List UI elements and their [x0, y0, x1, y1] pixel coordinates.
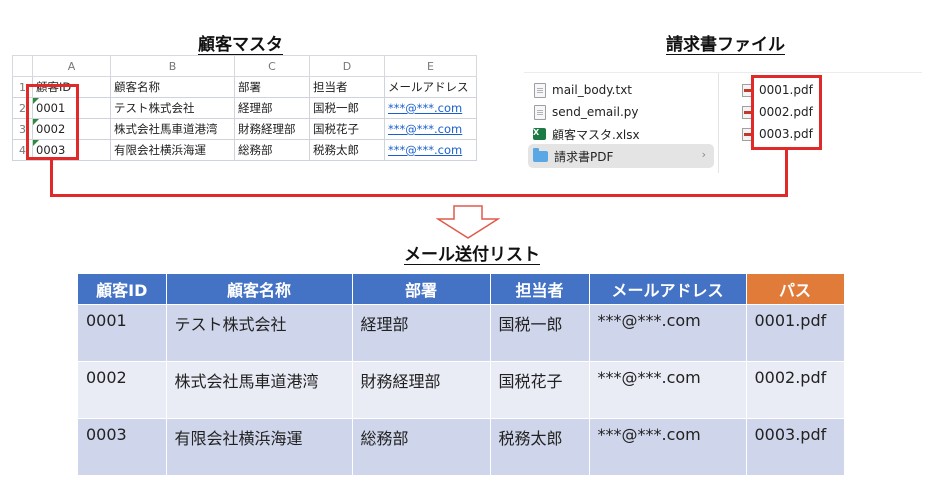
- column-letter[interactable]: B: [110, 55, 235, 77]
- table-row: 0002 株式会社馬車道港湾 財務経理部 国税花子 ***@***.com 00…: [78, 361, 845, 419]
- connector-left: [50, 160, 53, 197]
- email-link[interactable]: ***@***.com: [388, 143, 462, 157]
- column-header: 顧客名称: [166, 274, 353, 305]
- column-letter[interactable]: D: [309, 55, 385, 77]
- email-link[interactable]: ***@***.com: [388, 122, 462, 136]
- table-cell: 0001: [78, 304, 167, 362]
- column-letter[interactable]: A: [32, 55, 111, 77]
- file-name: send_email.py: [552, 105, 639, 119]
- column-header-path: パス: [746, 274, 845, 305]
- column-header: 部署: [352, 274, 491, 305]
- folder-name: 請求書PDF: [554, 149, 614, 164]
- file-name: mail_body.txt: [552, 83, 633, 97]
- column-divider: [718, 73, 719, 173]
- table-cell: 税務太郎: [490, 418, 590, 475]
- sheet-cell[interactable]: 顧客名称: [110, 76, 235, 98]
- invoice-files-title: 請求書ファイル: [666, 35, 785, 55]
- sheet-cell[interactable]: 経理部: [234, 97, 310, 119]
- finder-item-send-email[interactable]: send_email.py: [534, 102, 638, 122]
- sheet-row: 4 0003 有限会社横浜海運 総務部 税務太郎 ***@***.com: [12, 139, 477, 161]
- table-row: 0001 テスト株式会社 経理部 国税一郎 ***@***.com 0001.p…: [78, 304, 845, 362]
- table-cell: 0003: [78, 418, 167, 475]
- table-cell: 国税花子: [490, 361, 590, 419]
- table-cell: 0002: [78, 361, 167, 419]
- sheet-cell[interactable]: 株式会社馬車道港湾: [110, 118, 235, 140]
- mail-header-row: 顧客ID 顧客名称 部署 担当者 メールアドレス パス: [78, 274, 845, 305]
- sheet-cell[interactable]: 国税一郎: [309, 97, 385, 119]
- sheet-cell[interactable]: 担当者: [309, 76, 385, 98]
- table-cell: 経理部: [352, 304, 491, 362]
- column-letter[interactable]: C: [234, 55, 310, 77]
- file-name: 顧客マスタ.xlsx: [552, 127, 640, 142]
- table-cell: テスト株式会社: [166, 304, 353, 362]
- table-cell: 国税一郎: [490, 304, 590, 362]
- down-arrow-icon: [436, 205, 500, 239]
- table-cell: 総務部: [352, 418, 491, 475]
- table-cell: 0003.pdf: [746, 418, 845, 475]
- column-header: メールアドレス: [589, 274, 747, 305]
- sheet-cell-email[interactable]: ***@***.com: [384, 118, 477, 140]
- script-file-icon: [534, 104, 546, 120]
- sheet-row: 3 0002 株式会社馬車道港湾 財務経理部 国税花子 ***@***.com: [12, 118, 477, 140]
- chevron-right-icon: ›: [701, 148, 706, 161]
- sheet-cell[interactable]: 税務太郎: [309, 139, 385, 161]
- table-cell: 0001.pdf: [746, 304, 845, 362]
- finder-window: › mail_body.txt send_email.py X 顧客マスタ.xl…: [524, 72, 922, 175]
- sheet-cell[interactable]: 有限会社横浜海運: [110, 139, 235, 161]
- column-letter-row: A B C D E: [12, 55, 477, 77]
- table-cell: ***@***.com: [589, 304, 747, 362]
- table-row: 0003 有限会社横浜海運 総務部 税務太郎 ***@***.com 0003.…: [78, 418, 845, 475]
- customer-id-highlight: [26, 84, 79, 160]
- customer-master-sheet: A B C D E 1 顧客ID 顧客名称 部署 担当者 メールアドレス 2 0…: [12, 55, 477, 161]
- finder-item-invoice-folder[interactable]: 請求書PDF: [533, 146, 613, 166]
- column-header: 担当者: [490, 274, 590, 305]
- mail-list-table: 顧客ID 顧客名称 部署 担当者 メールアドレス パス 0001 テスト株式会社…: [78, 274, 845, 475]
- sheet-cell-email[interactable]: ***@***.com: [384, 97, 477, 119]
- sheet-cell[interactable]: 国税花子: [309, 118, 385, 140]
- email-link[interactable]: ***@***.com: [388, 101, 462, 115]
- text-file-icon: [534, 82, 546, 98]
- sheet-header-row: 1 顧客ID 顧客名称 部署 担当者 メールアドレス: [12, 76, 477, 98]
- sheet-cell-email[interactable]: ***@***.com: [384, 139, 477, 161]
- connector-bottom: [50, 194, 788, 197]
- sheet-cell[interactable]: テスト株式会社: [110, 97, 235, 119]
- connector-right: [785, 150, 788, 197]
- sheet-cell[interactable]: メールアドレス: [384, 76, 477, 98]
- folder-icon: [533, 147, 548, 162]
- table-cell: 株式会社馬車道港湾: [166, 361, 353, 419]
- column-letter[interactable]: E: [384, 55, 477, 77]
- table-cell: 0002.pdf: [746, 361, 845, 419]
- customer-master-title: 顧客マスタ: [198, 35, 283, 55]
- table-cell: ***@***.com: [589, 418, 747, 475]
- sheet-cell[interactable]: 財務経理部: [234, 118, 310, 140]
- mail-list-title: メール送付リスト: [404, 245, 540, 265]
- table-cell: 財務経理部: [352, 361, 491, 419]
- corner-cell[interactable]: [12, 55, 33, 77]
- finder-item-customer-xlsx[interactable]: X 顧客マスタ.xlsx: [533, 124, 640, 144]
- sheet-cell[interactable]: 部署: [234, 76, 310, 98]
- sheet-row: 2 0001 テスト株式会社 経理部 国税一郎 ***@***.com: [12, 97, 477, 119]
- finder-item-mail-body[interactable]: mail_body.txt: [534, 80, 632, 100]
- excel-file-icon: X: [533, 128, 546, 140]
- column-header: 顧客ID: [78, 274, 167, 305]
- table-cell: 有限会社横浜海運: [166, 418, 353, 475]
- table-cell: ***@***.com: [589, 361, 747, 419]
- pdf-files-highlight: [751, 75, 822, 150]
- sheet-cell[interactable]: 総務部: [234, 139, 310, 161]
